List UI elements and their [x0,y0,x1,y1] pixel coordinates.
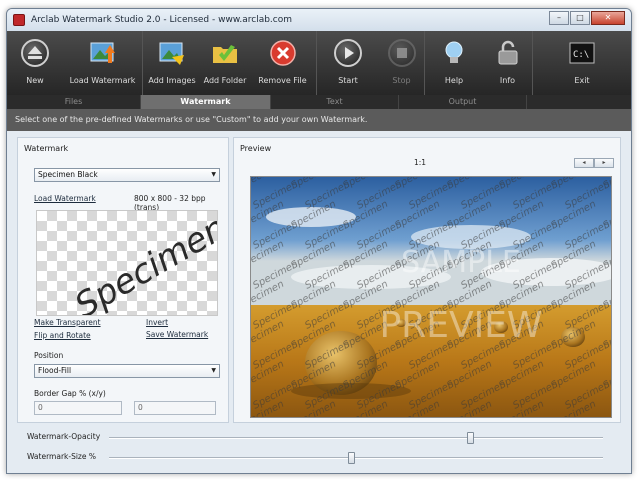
position-value: Flood-Fill [38,366,72,375]
watermark-preset-value: Specimen Black [38,170,98,179]
help-button[interactable]: Help [425,31,483,95]
watermark-thumbnail-text: Specimen [68,210,218,316]
size-label: Watermark-Size % [27,452,96,461]
minimize-button[interactable]: – [549,11,569,25]
opacity-track[interactable] [109,437,603,439]
opacity-label: Watermark-Opacity [27,432,101,441]
flip-rotate-link[interactable]: Flip and Rotate [34,331,91,340]
size-slider-thumb[interactable] [348,452,356,464]
tab-watermark[interactable]: Watermark [141,95,271,109]
tab-output[interactable]: Output [399,95,527,109]
preview-image: Specimen Specimen Specimen Specimen Specimen… [250,176,612,418]
size-track[interactable] [109,457,603,459]
lightbulb-icon [440,39,468,67]
title-bar[interactable]: Arclab Watermark Studio 2.0 - Licensed -… [7,9,631,31]
watermark-panel: Watermark Specimen Black ▼ Load Watermar… [17,137,229,423]
size-slider-row: Watermark-Size % [27,451,617,465]
preview-panel: Preview 1:1 ◂ ▸ Specimen Specimen Specim… [233,137,621,423]
tab-bar: Files Watermark Text Output [7,95,631,109]
add-images-button[interactable]: Add Images [143,31,201,95]
load-watermark-link[interactable]: Load Watermark [34,194,96,203]
eject-icon [21,39,49,67]
preview-photo: Specimen Specimen Specimen Specimen Specimen… [251,177,611,417]
tab-text[interactable]: Text [271,95,399,109]
load-watermark-button[interactable]: Load Watermark [63,31,143,95]
window-controls: – □ ✕ [548,11,625,25]
exit-button[interactable]: C:\ Exit [533,31,631,95]
next-image-button[interactable]: ▸ [594,158,614,168]
add-folder-button[interactable]: Add Folder [201,31,249,95]
terminal-icon: C:\ [568,39,596,67]
image-arrow-icon [89,39,117,67]
preview-overlay: PREVIEW [379,305,542,346]
lock-icon [494,39,522,67]
watermark-thumbnail: Specimen [36,210,218,316]
chevron-down-icon: ▼ [211,367,216,374]
previous-image-button[interactable]: ◂ [574,158,594,168]
preview-nav: ◂ ▸ [574,158,614,168]
opacity-slider-thumb[interactable] [466,432,474,444]
app-window: Arclab Watermark Studio 2.0 - Licensed -… [6,8,632,474]
save-watermark-link[interactable]: Save Watermark [146,330,208,339]
watermark-preset-select[interactable]: Specimen Black ▼ [34,168,220,182]
make-transparent-link[interactable]: Make Transparent [34,318,101,327]
start-button[interactable]: Start [317,31,379,95]
close-button[interactable]: ✕ [591,11,625,25]
watermark-panel-title: Watermark [24,144,69,153]
preview-panel-title: Preview [240,144,272,153]
stop-button[interactable]: Stop [379,31,425,95]
chevron-down-icon: ▼ [211,171,216,178]
new-button[interactable]: New [7,31,63,95]
remove-icon [269,39,297,67]
svg-text:C:\: C:\ [573,50,589,60]
window-title: Arclab Watermark Studio 2.0 - Licensed -… [31,15,293,25]
play-icon [334,39,362,67]
main-content: Watermark Specimen Black ▼ Load Watermar… [7,131,631,473]
zoom-level: 1:1 [414,158,427,167]
app-logo-icon [13,14,25,26]
tab-files[interactable]: Files [7,95,141,109]
sample-overlay: SAMPLE [401,245,521,280]
maximize-button[interactable]: □ [570,11,590,25]
remove-file-button[interactable]: Remove File [249,31,317,95]
info-button[interactable]: Info [483,31,533,95]
border-gap-y-input[interactable]: 0 [134,401,216,415]
toolbar: New Load Watermark Add Images Add Folder… [7,31,631,95]
info-bar: Select one of the pre-defined Watermarks… [7,109,631,131]
border-gap-label: Border Gap % (x/y) [34,389,106,398]
invert-link[interactable]: Invert [146,318,168,327]
position-select[interactable]: Flood-Fill ▼ [34,364,220,378]
folder-add-icon [211,39,239,67]
position-label: Position [34,351,64,360]
image-add-icon [158,39,186,67]
stop-icon [387,39,416,67]
border-gap-x-input[interactable]: 0 [34,401,122,415]
opacity-slider-row: Watermark-Opacity [27,431,617,445]
